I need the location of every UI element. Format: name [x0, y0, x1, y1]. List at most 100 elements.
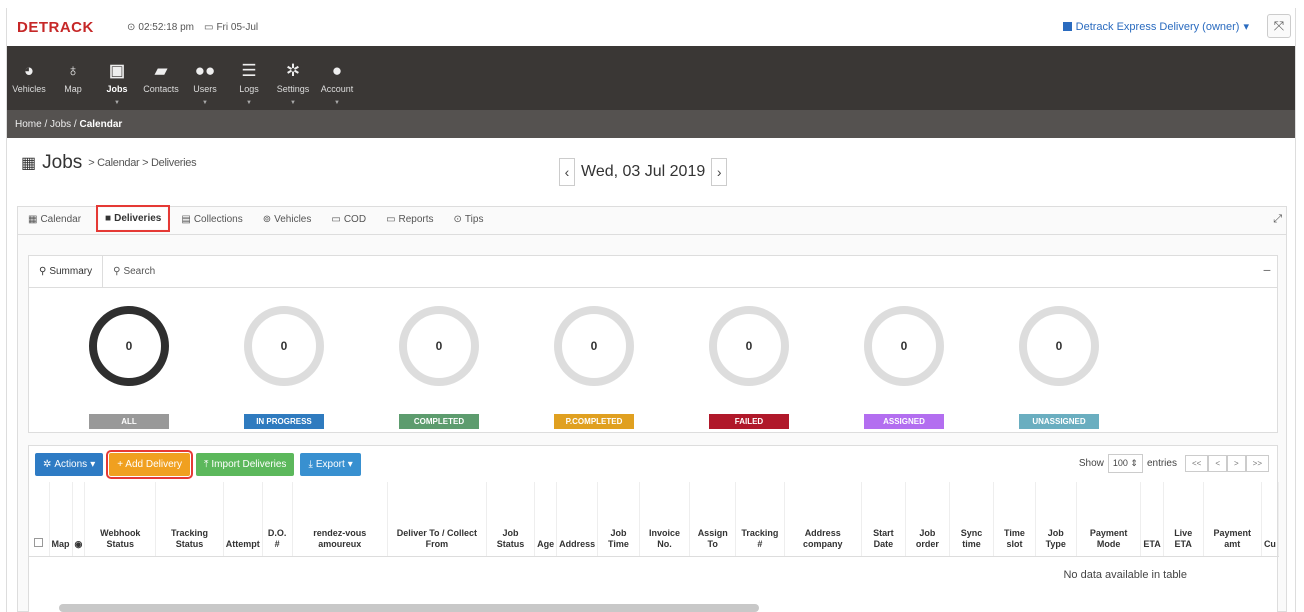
status-donut: 0 — [1019, 306, 1099, 386]
current-date: Wed, 03 Jul 2019 — [581, 163, 706, 180]
column-header[interactable]: rendez-vous amoureux — [292, 482, 388, 557]
column-header[interactable]: Invoice No. — [639, 482, 691, 557]
clock: ⊙ 02:52:18 pm — [127, 22, 194, 33]
column-header[interactable]: Tracking # — [735, 482, 785, 557]
camera-icon[interactable]: ◉ — [72, 482, 86, 557]
column-header[interactable]: Start Date — [861, 482, 907, 557]
next-date-button[interactable]: › — [711, 158, 728, 186]
column-header[interactable]: Attempt — [223, 482, 263, 557]
btn-label: Import Deliveries — [211, 458, 287, 470]
app-frame: DETRACK ⊙ 02:52:18 pm ▭ Fri 05-Jul Detrack… — [6, 8, 1296, 612]
inbox-icon: ▤ — [181, 214, 191, 225]
prev-date-button[interactable]: ‹ — [559, 158, 575, 186]
nav-jobs[interactable]: ▣ Jobs ▼ — [95, 46, 139, 110]
tab-cod[interactable]: ▭ COD — [323, 214, 378, 234]
tab-deliveries[interactable]: ■ Deliveries — [96, 205, 171, 232]
column-header[interactable]: D.O. # — [262, 482, 293, 557]
nav-contacts[interactable]: ▰ Contacts — [139, 46, 183, 110]
status-donut: 0 — [399, 306, 479, 386]
expand-icon[interactable]: ⤢ — [1273, 213, 1282, 226]
column-header[interactable]: Map — [49, 482, 73, 557]
column-header[interactable]: Cu — [1261, 482, 1280, 557]
detrack-logo[interactable]: DETRACK — [17, 19, 127, 36]
column-header[interactable]: Job Type — [1035, 482, 1077, 557]
column-header[interactable]: Job Time — [597, 482, 640, 557]
fullscreen-button[interactable]: ⤧ — [1267, 14, 1291, 38]
gear-icon: ✲ — [285, 61, 301, 80]
last-page-button[interactable]: >> — [1245, 455, 1269, 472]
entries-value: 100 — [1112, 458, 1128, 468]
tab-label: Vehicles — [274, 214, 312, 225]
nav-settings[interactable]: ✲ Settings ▼ — [271, 46, 315, 110]
header-date-text: Fri 05-Jul — [216, 21, 259, 33]
nav-map[interactable]: ♁ Map — [51, 46, 95, 110]
summary-completed[interactable]: 0 COMPLETED — [389, 306, 489, 429]
tab-calendar[interactable]: ▦ Calendar — [20, 214, 93, 234]
entries-select[interactable]: 100 ⇕ — [1107, 454, 1143, 473]
nav-label: Account — [320, 84, 354, 94]
first-page-button[interactable]: << — [1184, 455, 1209, 472]
gear-icon: ✲ — [43, 458, 52, 470]
column-header[interactable]: ETA — [1140, 482, 1164, 557]
column-header[interactable]: Live ETA — [1163, 482, 1204, 557]
actions-button[interactable]: ✲ Actions ▾ — [35, 452, 104, 476]
calendar-icon: ▦ — [21, 155, 37, 172]
add-delivery-button[interactable]: + Add Delivery — [106, 449, 193, 479]
nav-vehicles[interactable]: ◕ Vehicles — [7, 46, 51, 110]
nav-label: Settings — [276, 84, 310, 94]
caret-down-icon: ▾ — [347, 458, 353, 470]
caret-down-icon: ▼ — [114, 100, 120, 106]
subtab-summary[interactable]: ⚲ Summary — [29, 256, 104, 287]
column-header[interactable]: Job Status — [486, 482, 536, 557]
summary-assigned[interactable]: 0 ASSIGNED — [854, 306, 954, 429]
breadcrumb-jobs[interactable]: Jobs — [50, 119, 71, 130]
subtab-search[interactable]: ⚲ Search — [103, 256, 165, 287]
nav-users[interactable]: ●● Users ▼ — [183, 46, 227, 110]
nav-account[interactable]: ● Account ▼ — [315, 46, 359, 110]
tab-reports[interactable]: ▭ Reports — [378, 214, 445, 234]
car-icon: ⊚ — [262, 214, 272, 225]
horizontal-scrollbar[interactable] — [59, 604, 759, 612]
nav-label: Contacts — [143, 84, 179, 94]
column-header[interactable]: Age — [534, 482, 558, 557]
tab-tips[interactable]: ⊙ Tips — [446, 214, 496, 234]
column-header[interactable]: Address — [556, 482, 599, 557]
export-button[interactable]: ⤓ Export ▾ — [300, 452, 361, 476]
tab-label: Reports — [398, 214, 434, 225]
column-header[interactable]: Payment Mode — [1076, 482, 1142, 557]
column-header[interactable]: Sync time — [949, 482, 995, 557]
nav-logs[interactable]: ☰ Logs ▼ — [227, 46, 271, 110]
status-badge: ALL — [89, 414, 169, 429]
btn-label: + Add Delivery — [117, 458, 182, 470]
select-all-checkbox[interactable] — [29, 482, 50, 557]
breadcrumb-current: Calendar — [79, 118, 123, 130]
column-header[interactable]: Tracking Status — [155, 482, 224, 557]
company-dropdown[interactable]: Detrack Express Delivery (owner) ▾ — [1062, 20, 1249, 33]
status-donut: 0 — [554, 306, 634, 386]
column-header[interactable]: Job order — [905, 482, 950, 557]
tab-collections[interactable]: ▤ Collections — [173, 214, 254, 234]
column-header[interactable]: Time slot — [993, 482, 1036, 557]
column-header[interactable]: Deliver To / Collect From — [387, 482, 487, 557]
status-badge: P.COMPLETED — [554, 414, 634, 429]
breadcrumb-home[interactable]: Home — [15, 119, 42, 130]
nav-label: Map — [64, 84, 82, 94]
import-deliveries-button[interactable]: ⤒ Import Deliveries — [195, 452, 295, 476]
column-header[interactable]: Webhook Status — [84, 482, 157, 557]
entries-control: Show 100 ⇕ entries << < > >> — [1079, 454, 1269, 473]
tab-vehicles[interactable]: ⊚ Vehicles — [255, 214, 324, 234]
next-page-button[interactable]: > — [1226, 455, 1246, 472]
breadcrumb: Home / Jobs / Calendar — [7, 110, 1295, 138]
column-header[interactable]: Payment amt — [1203, 482, 1262, 557]
summary-all[interactable]: 0 ALL — [79, 306, 179, 429]
status-badge: UNASSIGNED — [1019, 414, 1099, 429]
summary-in-progress[interactable]: 0 IN PROGRESS — [234, 306, 334, 429]
list-icon: ☰ — [241, 61, 257, 80]
summary-unassigned[interactable]: 0 UNASSIGNED — [1009, 306, 1109, 429]
column-header[interactable]: Assign To — [689, 482, 737, 557]
summary-failed[interactable]: 0 FAILED — [699, 306, 799, 429]
summary-p-completed[interactable]: 0 P.COMPLETED — [544, 306, 644, 429]
prev-page-button[interactable]: < — [1208, 455, 1227, 472]
column-header[interactable]: Address company — [784, 482, 862, 557]
collapse-icon[interactable]: − — [1263, 262, 1271, 278]
